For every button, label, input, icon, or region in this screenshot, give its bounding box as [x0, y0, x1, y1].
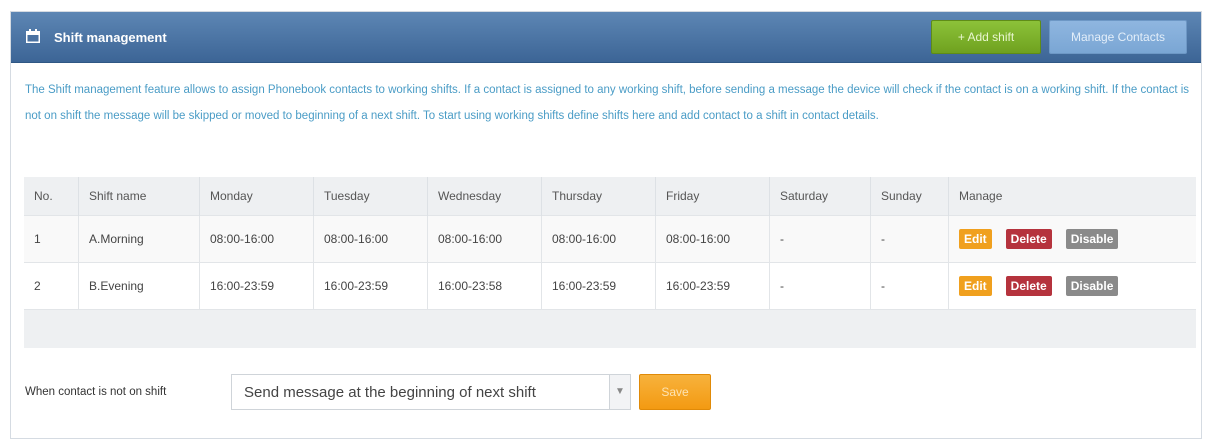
- cell-saturday: -: [769, 262, 871, 310]
- disable-button[interactable]: Disable: [1065, 276, 1119, 296]
- edit-button[interactable]: Edit: [959, 276, 992, 296]
- delete-button[interactable]: Delete: [1005, 229, 1052, 249]
- not-on-shift-label: When contact is not on shift: [25, 386, 167, 398]
- cell-friday: 16:00-23:59: [655, 262, 770, 310]
- cell-thursday: 08:00-16:00: [541, 215, 656, 263]
- disable-button[interactable]: Disable: [1065, 229, 1119, 249]
- table-footer-cell: [24, 309, 1196, 348]
- panel-header: Shift management + Add shift Manage Cont…: [11, 12, 1201, 63]
- col-header-shift-name: Shift name: [78, 177, 200, 216]
- col-header-wednesday: Wednesday: [427, 177, 542, 216]
- manage-contacts-button[interactable]: Manage Contacts: [1049, 20, 1187, 54]
- table-header-row: No. Shift name Monday Tuesday Wednesday …: [24, 177, 1196, 216]
- select-value: Send message at the beginning of next sh…: [244, 384, 536, 401]
- cell-thursday: 16:00-23:59: [541, 262, 656, 310]
- calendar-icon: [26, 29, 40, 43]
- table-row: 2 B.Evening 16:00-23:59 16:00-23:59 16:0…: [24, 262, 1196, 310]
- col-header-sunday: Sunday: [870, 177, 949, 216]
- cell-tuesday: 08:00-16:00: [313, 215, 428, 263]
- cell-wednesday: 16:00-23:58: [427, 262, 542, 310]
- cell-sunday: -: [870, 262, 949, 310]
- cell-monday: 08:00-16:00: [199, 215, 314, 263]
- table-row: 1 A.Morning 08:00-16:00 08:00-16:00 08:0…: [24, 215, 1196, 263]
- col-header-tuesday: Tuesday: [313, 177, 428, 216]
- col-header-friday: Friday: [655, 177, 770, 216]
- cell-monday: 16:00-23:59: [199, 262, 314, 310]
- not-on-shift-select[interactable]: Send message at the beginning of next sh…: [231, 374, 631, 410]
- shift-management-panel: Shift management + Add shift Manage Cont…: [10, 11, 1202, 439]
- col-header-monday: Monday: [199, 177, 314, 216]
- panel-title: Shift management: [54, 30, 167, 45]
- delete-button[interactable]: Delete: [1005, 276, 1052, 296]
- cell-manage: Edit Delete Disable: [948, 215, 1196, 263]
- chevron-down-icon[interactable]: ▼: [609, 375, 630, 409]
- cell-manage: Edit Delete Disable: [948, 262, 1196, 310]
- feature-description: The Shift management feature allows to a…: [25, 84, 1190, 122]
- save-button[interactable]: Save: [639, 374, 711, 410]
- table-footer-row: [24, 309, 1196, 348]
- col-header-no: No.: [24, 177, 79, 216]
- add-shift-button[interactable]: + Add shift: [931, 20, 1041, 54]
- cell-shift-name: A.Morning: [78, 215, 200, 263]
- col-header-thursday: Thursday: [541, 177, 656, 216]
- edit-button[interactable]: Edit: [959, 229, 992, 249]
- cell-wednesday: 08:00-16:00: [427, 215, 542, 263]
- cell-shift-name: B.Evening: [78, 262, 200, 310]
- col-header-saturday: Saturday: [769, 177, 871, 216]
- cell-saturday: -: [769, 215, 871, 263]
- cell-no: 2: [24, 262, 79, 310]
- col-header-manage: Manage: [948, 177, 1196, 216]
- cell-friday: 08:00-16:00: [655, 215, 770, 263]
- cell-tuesday: 16:00-23:59: [313, 262, 428, 310]
- shifts-table: No. Shift name Monday Tuesday Wednesday …: [24, 177, 1196, 348]
- cell-no: 1: [24, 215, 79, 263]
- cell-sunday: -: [870, 215, 949, 263]
